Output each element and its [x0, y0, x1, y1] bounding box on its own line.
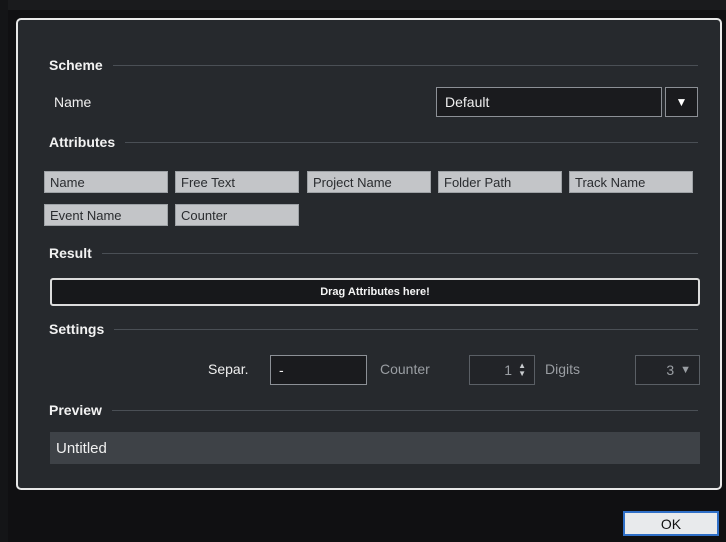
attribute-chip-name[interactable]: Name	[44, 171, 168, 193]
window-left-strip	[0, 0, 8, 542]
section-title-attributes: Attributes	[49, 134, 116, 150]
ok-button[interactable]: OK	[623, 511, 719, 536]
scheme-name-select[interactable]: Default	[436, 87, 662, 117]
separator-input[interactable]: -	[270, 355, 367, 385]
section-divider	[101, 252, 698, 254]
separator-label: Separ.	[208, 361, 249, 377]
scheme-dropdown-button[interactable]: ▼	[665, 87, 698, 117]
attribute-chip-free-text[interactable]: Free Text	[175, 171, 299, 193]
scheme-name-label: Name	[54, 94, 92, 110]
section-result: Result	[49, 244, 698, 262]
section-divider	[112, 64, 698, 66]
section-title-scheme: Scheme	[49, 57, 103, 73]
stepper-arrows-icon[interactable]: ▲ ▼	[518, 362, 526, 378]
section-attributes: Attributes	[49, 133, 698, 151]
attribute-chip-project-name[interactable]: Project Name	[307, 171, 431, 193]
counter-value: 1	[504, 362, 513, 378]
attribute-chip-folder-path[interactable]: Folder Path	[438, 171, 562, 193]
section-title-settings: Settings	[49, 321, 105, 337]
attributes-dropzone[interactable]: Drag Attributes here!	[50, 278, 700, 306]
naming-scheme-panel: Scheme Name Default ▼ Attributes Name Fr…	[16, 18, 722, 490]
preview-field: Untitled	[50, 432, 700, 464]
section-preview: Preview	[49, 401, 698, 419]
attribute-chip-event-name[interactable]: Event Name	[44, 204, 168, 226]
section-settings: Settings	[49, 320, 698, 338]
section-title-preview: Preview	[49, 402, 102, 418]
section-scheme: Scheme	[49, 56, 698, 74]
digits-select[interactable]: 3 ▼	[635, 355, 700, 385]
window-top-strip	[0, 0, 726, 10]
section-divider	[125, 141, 698, 143]
attribute-chip-counter[interactable]: Counter	[175, 204, 299, 226]
digits-label: Digits	[545, 361, 581, 377]
section-divider	[111, 409, 698, 411]
counter-stepper[interactable]: 1 ▲ ▼	[469, 355, 535, 385]
section-title-result: Result	[49, 245, 92, 261]
digits-value: 3	[666, 362, 675, 378]
triangle-down-icon: ▼	[675, 95, 688, 109]
chevron-down-icon: ▼	[680, 364, 691, 376]
counter-label: Counter	[380, 361, 430, 377]
section-divider	[114, 328, 698, 330]
attribute-chip-track-name[interactable]: Track Name	[569, 171, 693, 193]
